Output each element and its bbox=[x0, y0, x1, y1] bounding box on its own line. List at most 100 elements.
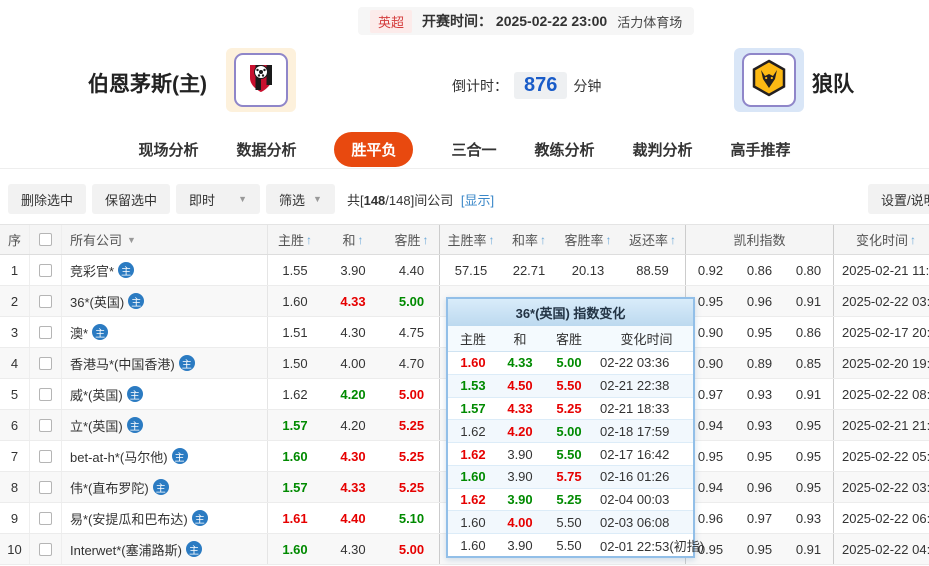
countdown-unit: 分钟 bbox=[573, 77, 602, 94]
popup-odds-home: 1.62 bbox=[460, 446, 486, 462]
host-badge-icon: 主 bbox=[171, 448, 188, 464]
kelly-values: 0.95 0.96 0.91 bbox=[686, 286, 834, 316]
odds-away: 5.00 bbox=[384, 379, 440, 409]
popup-header-row: 主胜 和 客胜 变化时间 bbox=[448, 326, 693, 352]
popup-odds-draw: 4.50 bbox=[507, 378, 533, 394]
change-time: 2025-02-22 06:3 bbox=[842, 510, 929, 526]
row-seq: 6 bbox=[0, 410, 30, 440]
header-draw-rate[interactable]: 和率 ↑ bbox=[502, 225, 556, 254]
popup-odds-home: 1.62 bbox=[460, 423, 486, 439]
popup-row: 1.60 3.90 5.75 02-16 01:26 bbox=[448, 465, 693, 489]
countdown-label: 倒计时： bbox=[452, 77, 508, 94]
match-info-strip: 英超 开赛时间： 2025-02-22 23:00 活力体育场 bbox=[358, 7, 695, 35]
row-checkbox[interactable] bbox=[39, 294, 52, 308]
popup-odds-away: 5.25 bbox=[556, 400, 582, 416]
kelly-values: 0.94 0.93 0.95 bbox=[686, 410, 834, 440]
tab-裁判分析[interactable]: 裁判分析 bbox=[633, 139, 693, 160]
show-link[interactable]: [显示] bbox=[461, 193, 494, 208]
header-draw[interactable]: 和 ↑ bbox=[322, 225, 384, 254]
company-name[interactable]: 澳* 主 bbox=[62, 317, 268, 347]
company-name[interactable]: Interwet*(塞浦路斯) 主 bbox=[62, 534, 268, 564]
header-away-rate[interactable]: 客胜率 ↑ bbox=[556, 225, 620, 254]
keep-selected-button[interactable]: 保留选中 bbox=[92, 184, 171, 214]
odds-away: 5.25 bbox=[384, 472, 440, 502]
odds-draw: 4.30 bbox=[340, 448, 366, 464]
select-all-checkbox[interactable] bbox=[39, 233, 52, 246]
analysis-nav: 现场分析 数据分析 胜平负 三合一 教练分析 裁判分析 高手推荐 bbox=[0, 130, 929, 169]
company-name[interactable]: 易*(安提瓜和巴布达) 主 bbox=[62, 503, 268, 533]
odds-draw: 4.20 bbox=[340, 386, 366, 402]
company-name[interactable]: 立*(英国) 主 bbox=[62, 410, 268, 440]
row-checkbox[interactable] bbox=[39, 480, 52, 494]
odds-home: 1.50 bbox=[282, 355, 308, 371]
row-checkbox[interactable] bbox=[39, 263, 52, 277]
home-team-name: 伯恩茅斯(主) bbox=[88, 73, 207, 96]
filter-dropdown[interactable]: 筛选 ▼ bbox=[266, 184, 335, 214]
popup-odds-home: 1.60 bbox=[460, 355, 486, 371]
chevron-down-icon: ▼ bbox=[313, 194, 322, 204]
odds-home: 1.57 bbox=[282, 479, 308, 495]
change-time: 2025-02-22 03:3 bbox=[842, 479, 929, 495]
row-checkbox[interactable] bbox=[39, 387, 52, 401]
odds-home: 1.55 bbox=[282, 262, 308, 278]
tab-现场分析[interactable]: 现场分析 bbox=[138, 139, 198, 160]
venue-name: 活力体育场 bbox=[617, 14, 683, 30]
sort-up-icon: ↑ bbox=[422, 232, 429, 247]
table-row: 1 竞彩官* 主 1.55 3.90 4.40 57.15 22.71 20.13… bbox=[0, 255, 929, 286]
host-badge-icon: 主 bbox=[152, 479, 169, 495]
settings-button[interactable]: 设置/说明 bbox=[868, 184, 929, 214]
popup-row: 1.62 4.20 5.00 02-18 17:59 bbox=[448, 420, 693, 444]
odds-away: 5.00 bbox=[384, 286, 440, 316]
kelly-values: 0.95 0.95 0.91 bbox=[686, 534, 834, 564]
header-change-time[interactable]: 变化时间 ↑ bbox=[834, 225, 929, 254]
sort-up-icon: ↑ bbox=[306, 232, 312, 247]
countdown: 倒计时： 876 分钟 bbox=[452, 72, 601, 99]
popup-odds-away: 5.50 bbox=[556, 514, 582, 530]
host-badge-icon: 主 bbox=[126, 386, 143, 402]
header-home-win[interactable]: 主胜 ↑ bbox=[268, 225, 322, 254]
change-time: 2025-02-22 08:1 bbox=[842, 386, 929, 402]
row-checkbox[interactable] bbox=[39, 449, 52, 463]
company-name[interactable]: 威*(英国) 主 bbox=[62, 379, 268, 409]
row-seq: 5 bbox=[0, 379, 30, 409]
tab-教练分析[interactable]: 教练分析 bbox=[535, 139, 595, 160]
delete-selected-button[interactable]: 删除选中 bbox=[8, 184, 87, 214]
tab-胜平负[interactable]: 胜平负 bbox=[334, 131, 414, 167]
tab-三合一[interactable]: 三合一 bbox=[451, 139, 496, 160]
chevron-down-icon: ▼ bbox=[238, 194, 248, 204]
header-return-rate[interactable]: 返还率 ↑ bbox=[620, 225, 686, 254]
company-name[interactable]: 伟*(直布罗陀) 主 bbox=[62, 472, 268, 502]
popup-odds-draw: 3.90 bbox=[507, 537, 533, 553]
odds-away: 5.00 bbox=[384, 534, 440, 564]
countdown-value: 876 bbox=[514, 72, 568, 99]
header-company[interactable]: 所有公司 ▼ bbox=[62, 225, 268, 254]
header-away-win[interactable]: 客胜 ↑ bbox=[384, 225, 440, 254]
host-badge-icon: 主 bbox=[128, 293, 145, 309]
row-checkbox[interactable] bbox=[39, 542, 52, 556]
row-checkbox[interactable] bbox=[39, 325, 52, 339]
company-name[interactable]: 36*(英国) 主 bbox=[62, 286, 268, 316]
company-name[interactable]: 香港马*(中国香港) 主 bbox=[62, 348, 268, 378]
sort-up-icon: ↑ bbox=[670, 232, 676, 247]
row-checkbox[interactable] bbox=[39, 511, 52, 525]
company-name[interactable]: bet-at-h*(马尔他) 主 bbox=[62, 441, 268, 471]
popup-row: 1.60 3.90 5.50 02-01 22:53(初指) bbox=[448, 534, 704, 556]
odds-home: 1.61 bbox=[282, 510, 308, 526]
odds-draw: 4.20 bbox=[340, 417, 366, 433]
popup-odds-away: 5.75 bbox=[556, 469, 582, 485]
host-badge-icon: 主 bbox=[178, 355, 195, 371]
kickoff-time: 开赛时间： 2025-02-22 23:00 bbox=[422, 13, 608, 29]
host-badge-icon: 主 bbox=[191, 510, 208, 526]
header-home-rate[interactable]: 主胜率 ↑ bbox=[440, 225, 502, 254]
odds-draw: 4.33 bbox=[340, 293, 366, 309]
odds-home: 1.60 bbox=[282, 293, 308, 309]
popup-row: 1.57 4.33 5.25 02-21 18:33 bbox=[448, 398, 693, 421]
popup-odds-home: 1.60 bbox=[460, 537, 486, 553]
live-dropdown[interactable]: 即时 ▼ bbox=[176, 184, 261, 214]
company-name[interactable]: 竞彩官* 主 bbox=[62, 255, 268, 285]
tab-高手推荐[interactable]: 高手推荐 bbox=[731, 139, 791, 160]
row-checkbox[interactable] bbox=[39, 356, 52, 370]
popup-odds-home: 1.60 bbox=[460, 514, 486, 530]
row-checkbox[interactable] bbox=[39, 418, 52, 432]
tab-数据分析[interactable]: 数据分析 bbox=[236, 139, 296, 160]
